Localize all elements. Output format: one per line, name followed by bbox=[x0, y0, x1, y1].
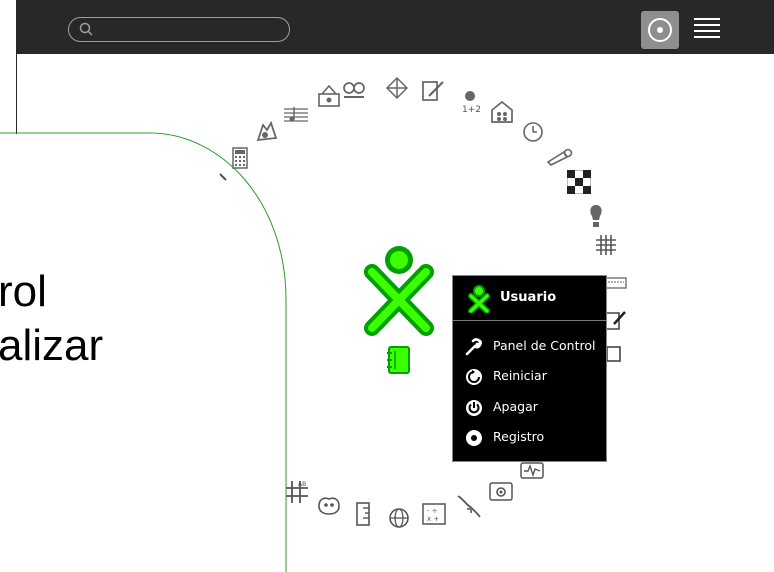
callout-text-line-1: rol bbox=[0, 267, 47, 316]
callout-text-line-2: alizar bbox=[0, 321, 104, 370]
callout-outline bbox=[0, 132, 287, 572]
